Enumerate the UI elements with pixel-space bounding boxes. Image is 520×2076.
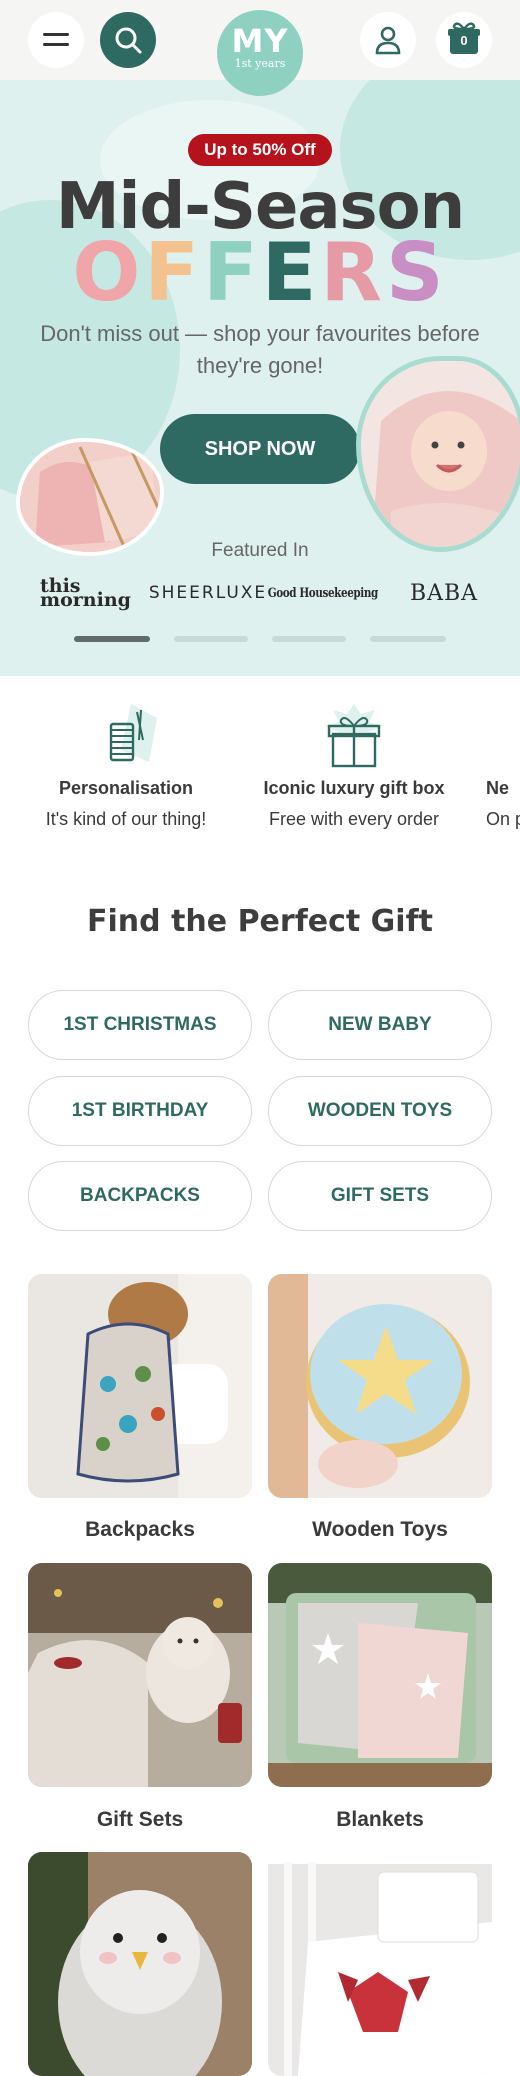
category-label[interactable]: Blankets <box>268 1808 492 1832</box>
category-label[interactable]: Wooden Toys <box>268 1518 492 1542</box>
gift-pill-1st-birthday[interactable]: 1ST BIRTHDAY <box>28 1076 252 1146</box>
hero-photo-baby <box>356 356 520 552</box>
category-card-soft-toys[interactable] <box>28 1852 252 2076</box>
carousel-dot-4[interactable] <box>370 636 446 642</box>
press-logo-text: SHEERLUXE <box>148 583 268 603</box>
menu-icon <box>43 33 69 46</box>
logo-subtext: 1st years <box>234 57 286 70</box>
press-logo-good-housekeeping: Good Housekeeping <box>268 576 379 610</box>
carousel-dot-3[interactable] <box>272 636 346 642</box>
blankets-image <box>268 1563 492 1787</box>
penguin-toy-image <box>28 1852 252 2076</box>
cot-bedding-image <box>268 1852 492 2076</box>
usp-subtitle: On p <box>486 809 520 829</box>
gift-pill-1st-christmas[interactable]: 1ST CHRISTMAS <box>28 990 252 1060</box>
category-card-gift-sets[interactable] <box>28 1563 252 1787</box>
category-card-wooden-toys[interactable] <box>268 1274 492 1498</box>
press-logo-this-morning: this morning <box>40 575 131 611</box>
account-button[interactable] <box>360 12 416 68</box>
offers-letter: F <box>144 226 204 319</box>
basket-button[interactable]: 0 <box>436 12 492 68</box>
press-logo-text: BABA <box>409 580 479 606</box>
offers-letter: F <box>203 226 262 319</box>
gift-pill-wooden-toys[interactable]: WOODEN TOYS <box>268 1076 492 1146</box>
gift-pill-backpacks[interactable]: BACKPACKS <box>28 1161 252 1231</box>
offers-letter: O <box>72 226 145 319</box>
category-card-blankets[interactable] <box>268 1563 492 1787</box>
category-label[interactable]: Backpacks <box>28 1518 252 1542</box>
press-logo-baba: BABA <box>404 576 484 610</box>
baby-towel-image <box>361 361 520 547</box>
usp-third: Ne On p <box>486 700 520 830</box>
gift-pill-new-baby[interactable]: NEW BABY <box>268 990 492 1060</box>
tambourine-image <box>268 1274 492 1498</box>
gift-set-image <box>28 1563 252 1787</box>
featured-in-label: Featured In <box>211 540 309 561</box>
carousel-dot-2[interactable] <box>174 636 248 642</box>
usp-title: Iconic luxury gift box <box>263 778 445 798</box>
hero-banner: Up to 50% Off Mid-Season OFFERS Don't mi… <box>0 80 520 676</box>
dressing-gown-image <box>20 442 160 552</box>
logo-text: MY <box>231 22 289 60</box>
category-card-bedding[interactable] <box>268 1852 492 2076</box>
category-label[interactable]: Gift Sets <box>28 1808 252 1832</box>
press-logo-text: this morning <box>40 575 131 611</box>
gift-finder-title: Find the Perfect Gift <box>87 904 433 939</box>
usp-personalisation: Personalisation It's kind of our thing! <box>30 700 222 830</box>
sale-badge: Up to 50% Off <box>188 134 332 166</box>
menu-button[interactable] <box>28 12 84 68</box>
gift-box-icon <box>325 704 383 768</box>
search-button[interactable] <box>100 12 156 68</box>
usp-subtitle: It's kind of our thing! <box>45 809 207 829</box>
offers-letter: R <box>320 226 386 319</box>
category-card-backpacks[interactable] <box>28 1274 252 1498</box>
offers-letter: E <box>261 226 321 319</box>
usp-title: Personalisation <box>58 778 194 798</box>
basket-count: 0 <box>460 33 468 48</box>
site-logo[interactable]: MY 1st years <box>217 10 303 96</box>
usp-gift-box: Iconic luxury gift box Free with every o… <box>254 700 454 830</box>
carousel-dot-1[interactable] <box>74 636 150 642</box>
hero-offers-word: OFFERS <box>0 228 520 318</box>
search-icon <box>115 27 142 54</box>
thread-spool-icon <box>109 704 157 762</box>
offers-letter: S <box>385 226 448 319</box>
backpack-image <box>28 1274 252 1498</box>
press-logo-sheerluxe: SHEERLUXE <box>148 576 268 610</box>
gift-pill-gift-sets[interactable]: GIFT SETS <box>268 1161 492 1231</box>
usp-subtitle: Free with every order <box>268 809 440 829</box>
press-logo-text: Good Housekeeping <box>267 585 379 601</box>
usp-title: Ne <box>486 778 510 798</box>
account-icon <box>375 26 401 55</box>
shop-now-button[interactable]: SHOP NOW <box>160 414 360 484</box>
hero-photo-gown <box>16 438 164 556</box>
